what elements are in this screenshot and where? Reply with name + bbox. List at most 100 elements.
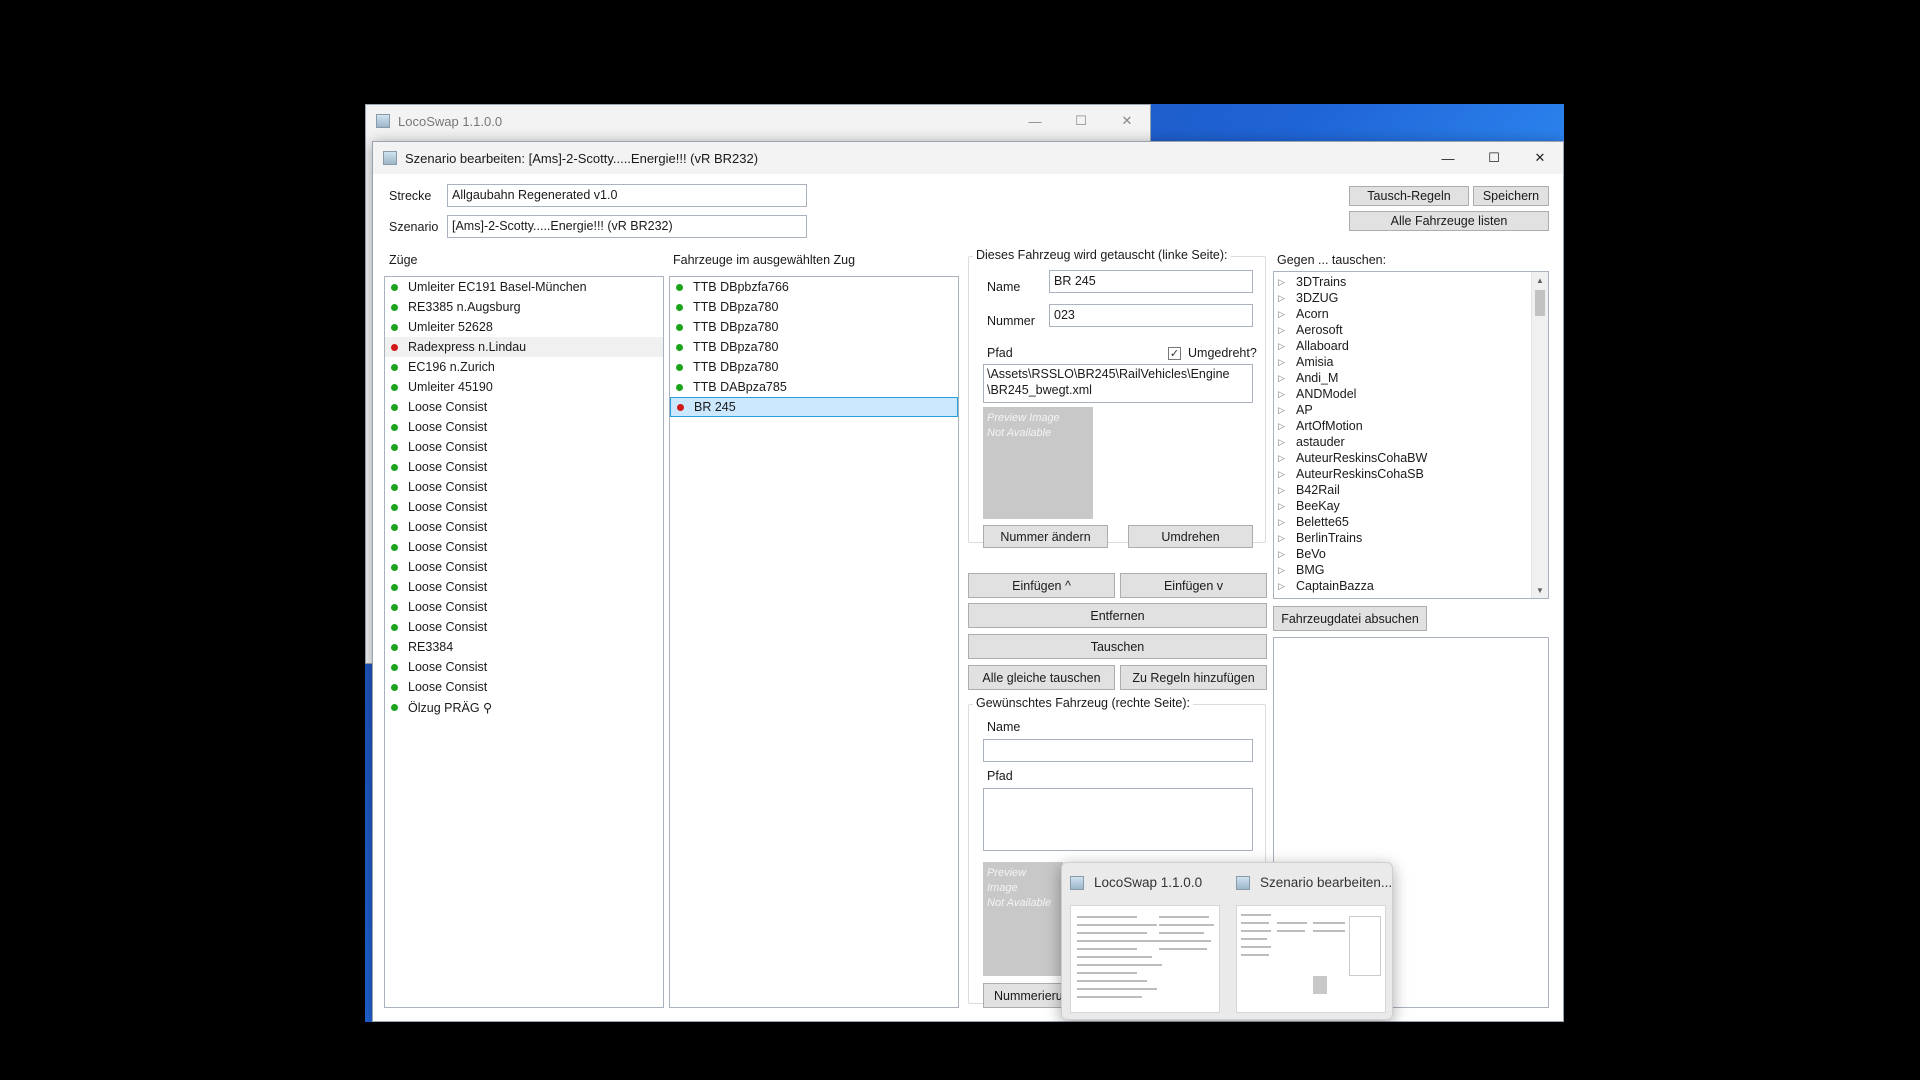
train-list-item[interactable]: Loose Consist	[385, 537, 663, 557]
tree-item[interactable]: ▷ Andi_M	[1274, 370, 1548, 386]
tree-item[interactable]: ▷ 3DTrains	[1274, 274, 1548, 290]
target-pfad-field[interactable]	[983, 788, 1253, 851]
vehicle-list-item[interactable]: TTB DBpbzfa766	[670, 277, 958, 297]
thumbnail-locoswap[interactable]: LocoSwap 1.1.0.0	[1062, 863, 1228, 1021]
train-list-item[interactable]: Loose Consist	[385, 437, 663, 457]
expand-arrow-icon[interactable]: ▷	[1278, 341, 1290, 352]
tree-item[interactable]: ▷ BeVo	[1274, 546, 1548, 562]
vehicle-list-item[interactable]: TTB DBpza780	[670, 357, 958, 377]
train-list-item[interactable]: RE3384	[385, 637, 663, 657]
expand-arrow-icon[interactable]: ▷	[1278, 421, 1290, 432]
swap-name-field[interactable]: BR 245	[1049, 270, 1253, 293]
tree-scrollbar[interactable]: ▲ ▼	[1531, 272, 1548, 598]
expand-arrow-icon[interactable]: ▷	[1278, 357, 1290, 368]
zu-regeln-hinzufuegen-button[interactable]: Zu Regeln hinzufügen	[1120, 665, 1267, 690]
tree-item[interactable]: ▷ AuteurReskinsCohaBW	[1274, 450, 1548, 466]
thumbnail-szenario[interactable]: Szenario bearbeiten...	[1228, 863, 1394, 1021]
vehicle-list-item[interactable]: TTB DBpza780	[670, 297, 958, 317]
maximize-icon[interactable]: ☐	[1058, 105, 1104, 137]
einfuegen-down-button[interactable]: Einfügen v	[1120, 573, 1267, 598]
expand-arrow-icon[interactable]: ▷	[1278, 549, 1290, 560]
train-list-item[interactable]: Loose Consist	[385, 397, 663, 417]
expand-arrow-icon[interactable]: ▷	[1278, 517, 1290, 528]
trains-list[interactable]: Umleiter EC191 Basel-München RE3385 n.Aug…	[384, 276, 664, 1008]
train-list-item[interactable]: Loose Consist	[385, 457, 663, 477]
train-list-item[interactable]: Radexpress n.Lindau	[385, 337, 663, 357]
minimize-icon[interactable]: —	[1012, 105, 1058, 137]
speichern-button[interactable]: Speichern	[1473, 186, 1549, 206]
train-list-item[interactable]: RE3385 n.Augsburg	[385, 297, 663, 317]
minimize-icon[interactable]: —	[1425, 142, 1471, 174]
tausch-regeln-button[interactable]: Tausch-Regeln	[1349, 186, 1469, 206]
szenario-field[interactable]: [Ams]-2-Scotty.....Energie!!! (vR BR232)	[447, 215, 807, 238]
swap-with-tree[interactable]: ▷ 3DTrains ▷ 3DZUG ▷ Acorn ▷ Aerosoft ▷ Allaboard…	[1273, 271, 1549, 599]
expand-arrow-icon[interactable]: ▷	[1278, 437, 1290, 448]
swap-nummer-field[interactable]: 023	[1049, 304, 1253, 327]
expand-arrow-icon[interactable]: ▷	[1278, 501, 1290, 512]
alle-gleiche-tauschen-button[interactable]: Alle gleiche tauschen	[968, 665, 1115, 690]
train-list-item[interactable]: Umleiter 45190	[385, 377, 663, 397]
expand-arrow-icon[interactable]: ▷	[1278, 453, 1290, 464]
tree-item[interactable]: ▷ Acorn	[1274, 306, 1548, 322]
scroll-down-icon[interactable]: ▼	[1532, 582, 1548, 598]
vehicle-list-item[interactable]: TTB DABpza785	[670, 377, 958, 397]
nummer-aendern-button[interactable]: Nummer ändern	[983, 525, 1108, 548]
train-list-item[interactable]: Loose Consist	[385, 557, 663, 577]
train-list-item[interactable]: Loose Consist	[385, 597, 663, 617]
expand-arrow-icon[interactable]: ▷	[1278, 469, 1290, 480]
expand-arrow-icon[interactable]: ▷	[1278, 581, 1290, 592]
tree-item[interactable]: ▷ ArtOfMotion	[1274, 418, 1548, 434]
train-list-item[interactable]: Loose Consist	[385, 677, 663, 697]
expand-arrow-icon[interactable]: ▷	[1278, 389, 1290, 400]
strecke-field[interactable]: Allgaubahn Regenerated v1.0	[447, 184, 807, 207]
expand-arrow-icon[interactable]: ▷	[1278, 405, 1290, 416]
expand-arrow-icon[interactable]: ▷	[1278, 309, 1290, 320]
expand-arrow-icon[interactable]: ▷	[1278, 485, 1290, 496]
expand-arrow-icon[interactable]: ▷	[1278, 325, 1290, 336]
swap-pfad-field[interactable]: \Assets\RSSLO\BR245\RailVehicles\Engine …	[983, 364, 1253, 403]
train-list-item[interactable]: Umleiter EC191 Basel-München	[385, 277, 663, 297]
train-list-item[interactable]: Loose Consist	[385, 497, 663, 517]
train-list-item[interactable]: Loose Consist	[385, 477, 663, 497]
scroll-thumb[interactable]	[1535, 290, 1545, 316]
close-icon[interactable]: ✕	[1104, 105, 1150, 137]
vehicle-list-item[interactable]: TTB DBpza780	[670, 317, 958, 337]
tree-item[interactable]: ▷ 3DZUG	[1274, 290, 1548, 306]
vehicle-list-item[interactable]: BR 245	[670, 397, 958, 417]
expand-arrow-icon[interactable]: ▷	[1278, 293, 1290, 304]
fahrzeugdatei-absuchen-button[interactable]: Fahrzeugdatei absuchen	[1273, 606, 1427, 631]
expand-arrow-icon[interactable]: ▷	[1278, 565, 1290, 576]
train-list-item[interactable]: EC196 n.Zurich	[385, 357, 663, 377]
tree-item[interactable]: ▷ CaptainBazza	[1274, 578, 1548, 594]
scenario-window-titlebar[interactable]: Szenario bearbeiten: [Ams]-2-Scotty.....…	[373, 142, 1563, 174]
train-list-item[interactable]: Loose Consist	[385, 577, 663, 597]
train-list-item[interactable]: Loose Consist	[385, 417, 663, 437]
einfuegen-up-button[interactable]: Einfügen ^	[968, 573, 1115, 598]
close-icon[interactable]: ✕	[1517, 142, 1563, 174]
target-name-field[interactable]	[983, 739, 1253, 762]
vehicles-list[interactable]: TTB DBpbzfa766 TTB DBpza780 TTB DBpza780 TT…	[669, 276, 959, 1008]
expand-arrow-icon[interactable]: ▷	[1278, 373, 1290, 384]
alle-fahrzeuge-listen-button[interactable]: Alle Fahrzeuge listen	[1349, 211, 1549, 231]
nummerierung-button[interactable]: Nummerieru	[983, 983, 1063, 1008]
tree-item[interactable]: ▷ AuteurReskinsCohaSB	[1274, 466, 1548, 482]
scroll-up-icon[interactable]: ▲	[1532, 272, 1548, 288]
train-list-item[interactable]: Loose Consist	[385, 517, 663, 537]
tree-item[interactable]: ▷ ANDModel	[1274, 386, 1548, 402]
tree-item[interactable]: ▷ B42Rail	[1274, 482, 1548, 498]
train-list-item[interactable]: Umleiter 52628	[385, 317, 663, 337]
expand-arrow-icon[interactable]: ▷	[1278, 533, 1290, 544]
tree-item[interactable]: ▷ Aerosoft	[1274, 322, 1548, 338]
tree-item[interactable]: ▷ AP	[1274, 402, 1548, 418]
tree-item[interactable]: ▷ astauder	[1274, 434, 1548, 450]
train-list-item[interactable]: Loose Consist	[385, 617, 663, 637]
train-list-item[interactable]: Loose Consist	[385, 657, 663, 677]
umdrehen-button[interactable]: Umdrehen	[1128, 525, 1253, 548]
tauschen-button[interactable]: Tauschen	[968, 634, 1267, 659]
tree-item[interactable]: ▷ Amisia	[1274, 354, 1548, 370]
train-list-item[interactable]: Ölzug PRÄG ⚲	[385, 697, 663, 717]
entfernen-button[interactable]: Entfernen	[968, 603, 1267, 628]
vehicle-list-item[interactable]: TTB DBpza780	[670, 337, 958, 357]
tree-item[interactable]: ▷ BeeKay	[1274, 498, 1548, 514]
tree-item[interactable]: ▷ BerlinTrains	[1274, 530, 1548, 546]
